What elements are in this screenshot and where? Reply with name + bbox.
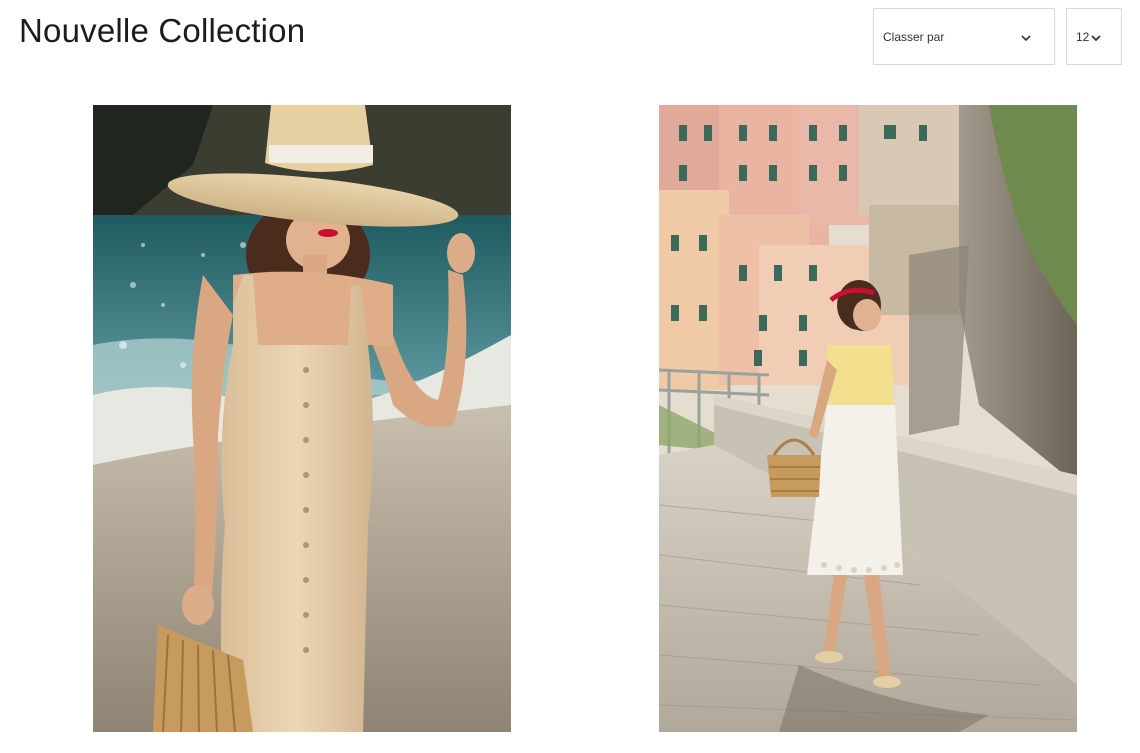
chevron-down-icon <box>1021 35 1031 42</box>
chevron-down-icon <box>1091 35 1101 42</box>
product-card[interactable] <box>93 105 511 732</box>
sort-by-label: Classer par <box>883 30 945 44</box>
sort-by-select[interactable]: Classer par <box>873 8 1055 65</box>
items-per-page-value: 12 <box>1076 30 1090 44</box>
product-image <box>659 105 1077 732</box>
collection-page: Nouvelle Collection Classer par 12 <box>0 0 1140 753</box>
product-card[interactable] <box>659 105 1077 732</box>
product-image <box>93 105 511 732</box>
items-per-page-select[interactable]: 12 <box>1066 8 1122 65</box>
page-title: Nouvelle Collection <box>19 12 306 49</box>
